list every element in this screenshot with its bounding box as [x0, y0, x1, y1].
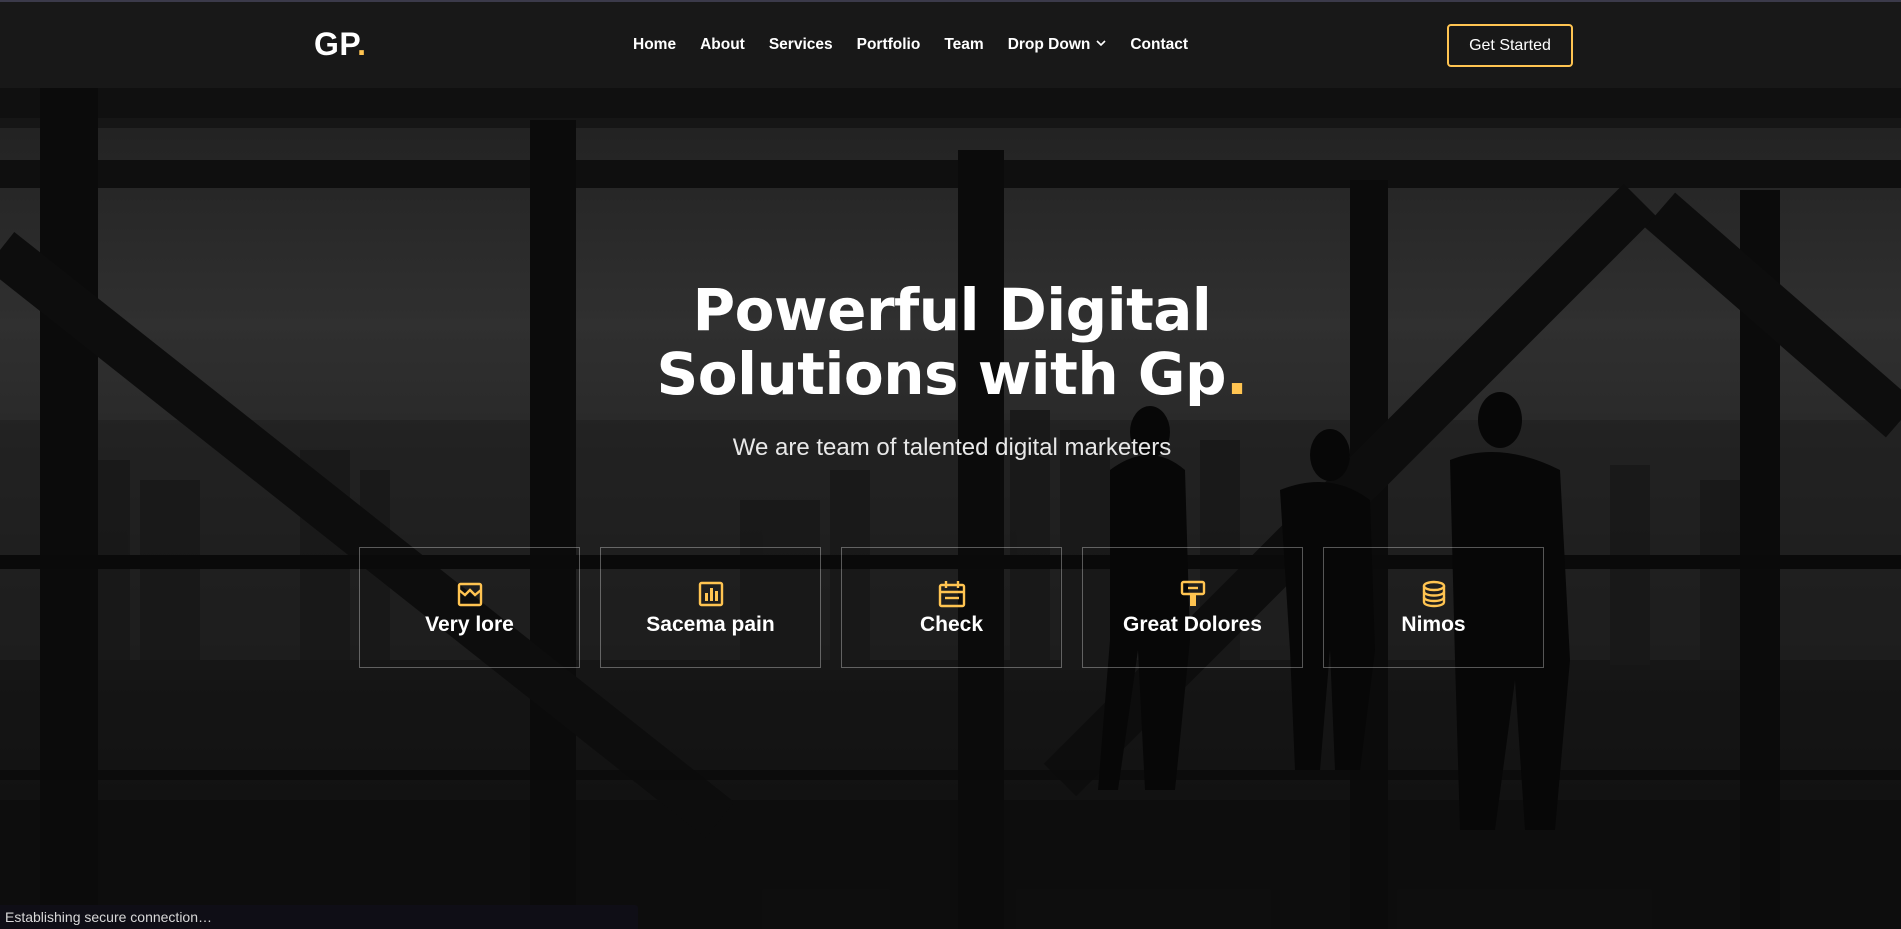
- store-icon: [457, 582, 482, 607]
- feature-box-nimos[interactable]: Nimos: [1323, 547, 1544, 668]
- hero-title: Powerful Digital Solutions with Gp.: [550, 278, 1354, 406]
- logo-text: GP: [314, 26, 358, 62]
- feature-box-sacema-pain[interactable]: Sacema pain: [600, 547, 821, 668]
- nav-home[interactable]: Home: [633, 36, 676, 54]
- nav-portfolio[interactable]: Portfolio: [857, 36, 921, 54]
- feature-label: Very lore: [425, 613, 514, 636]
- paint-brush-icon: [1180, 580, 1205, 606]
- calendar-todo-icon: [938, 581, 965, 608]
- hero-title-dot: .: [1226, 340, 1248, 408]
- feature-label: Great Dolores: [1123, 613, 1262, 636]
- browser-status-bar: Establishing secure connection…: [0, 905, 638, 929]
- hero-title-line2: Solutions with Gp: [656, 340, 1226, 408]
- main-nav: Home About Services Portfolio Team Drop …: [633, 36, 1212, 54]
- feature-label: Sacema pain: [646, 613, 775, 636]
- chevron-down-icon: [1096, 39, 1106, 50]
- hero-title-line1: Powerful Digital: [692, 276, 1212, 344]
- feature-label: Nimos: [1401, 613, 1466, 636]
- nav-about[interactable]: About: [700, 36, 745, 54]
- feature-label: Check: [919, 613, 984, 636]
- site-header: GP. Home About Services Portfolio Team D…: [0, 2, 1901, 88]
- logo[interactable]: GP.: [314, 26, 367, 63]
- nav-team[interactable]: Team: [944, 36, 983, 54]
- bar-chart-icon: [698, 581, 723, 607]
- feature-box-great-dolores[interactable]: Great Dolores: [1082, 547, 1303, 668]
- get-started-button[interactable]: Get Started: [1447, 24, 1573, 67]
- nav-contact[interactable]: Contact: [1130, 36, 1188, 54]
- nav-dropdown-label: Drop Down: [1007, 36, 1091, 53]
- feature-boxes: Very lore Sacema pain Check Great Dolore…: [359, 547, 1544, 668]
- nav-services[interactable]: Services: [769, 36, 833, 54]
- database-icon: [1422, 580, 1445, 608]
- feature-box-check[interactable]: Check: [841, 547, 1062, 668]
- hero-subtitle: We are team of talented digital marketer…: [732, 434, 1172, 461]
- logo-dot: .: [357, 26, 367, 62]
- feature-box-very-lore[interactable]: Very lore: [359, 547, 580, 668]
- nav-dropdown[interactable]: Drop Down: [1008, 36, 1107, 54]
- hero-overlay: [0, 0, 1901, 929]
